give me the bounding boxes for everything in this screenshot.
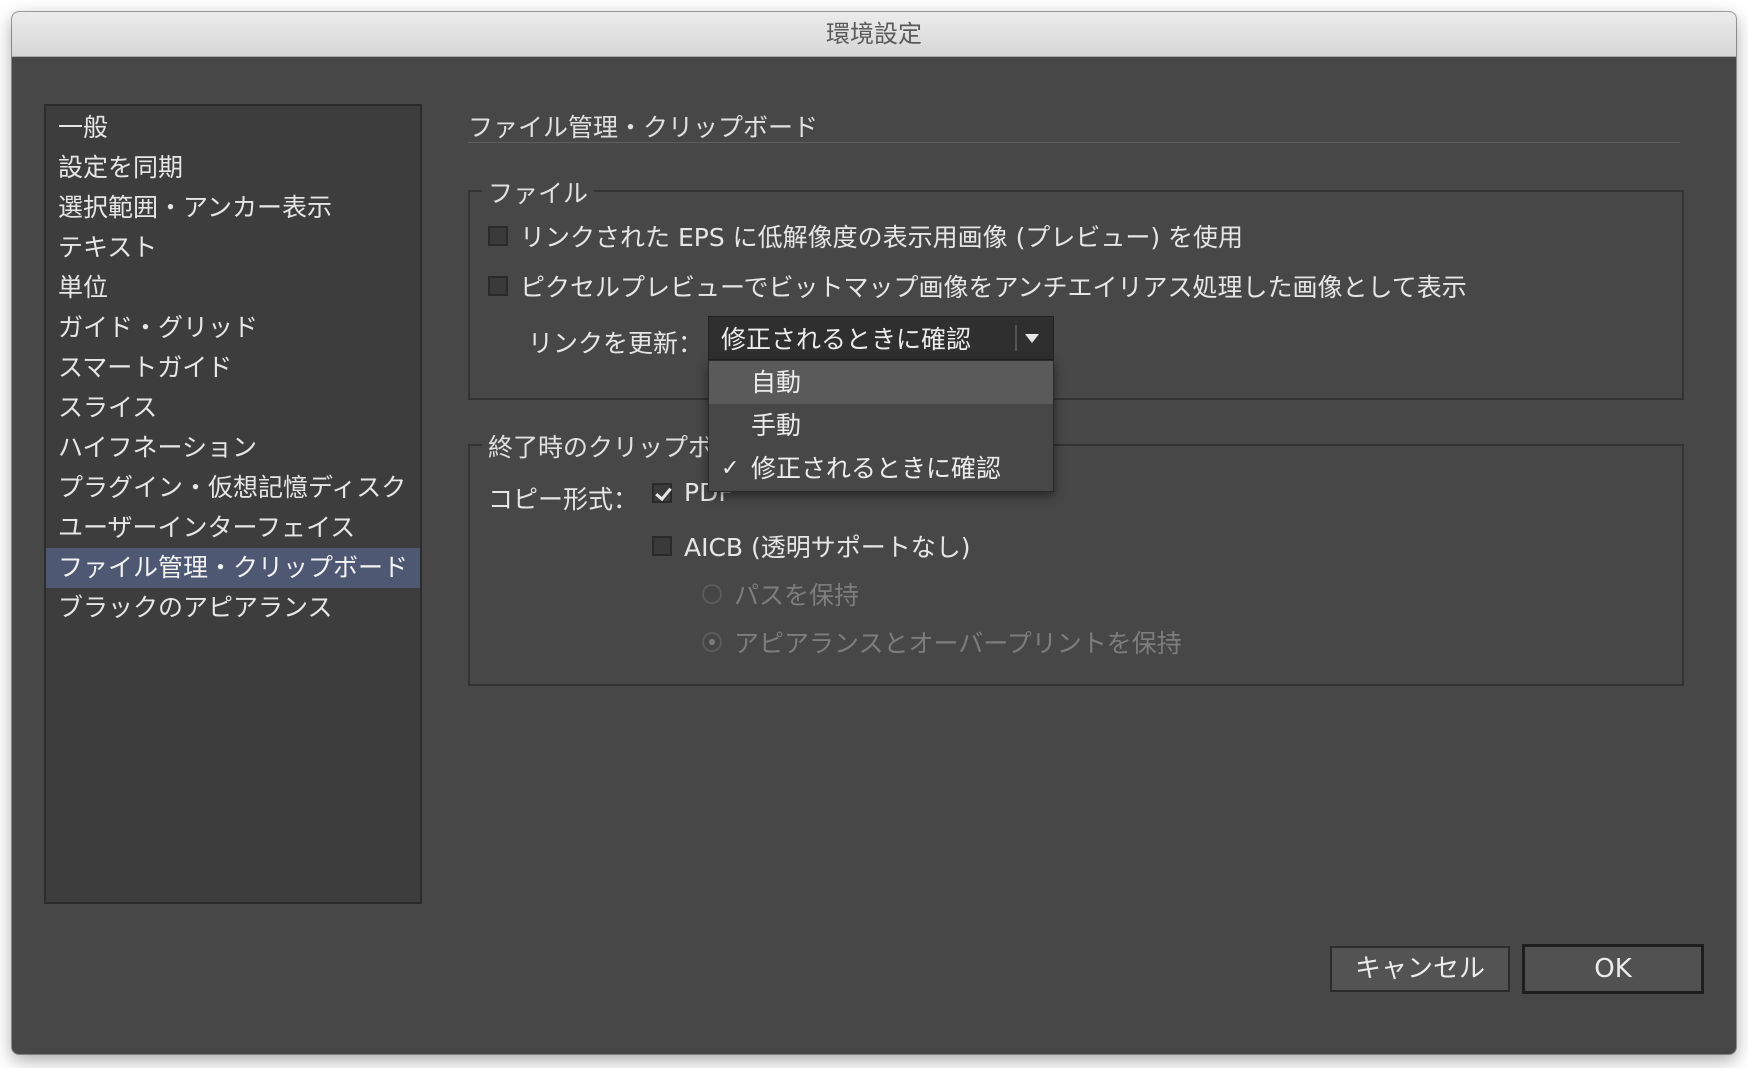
sidebar-item-file-handling-clipboard[interactable]: ファイル管理・クリップボード	[46, 548, 420, 588]
checkmark-icon: ✓	[721, 456, 740, 481]
menu-item-manual[interactable]: 手動	[709, 404, 1053, 447]
copy-format-label-row: コピー形式：	[488, 480, 638, 516]
window-title: 環境設定	[12, 12, 1736, 57]
menu-item-ask-when-modified[interactable]: ✓ 修正されるときに確認	[709, 447, 1053, 490]
copy-format-label: コピー形式：	[488, 485, 639, 514]
menu-item-ask-when-modified-label: 修正されるときに確認	[751, 454, 1002, 483]
chevron-down-icon	[1025, 333, 1039, 343]
sidebar-item-general[interactable]: 一般	[46, 108, 420, 148]
sidebar-item-plugins-scratch-disks[interactable]: プラグイン・仮想記憶ディスク	[46, 468, 420, 508]
sidebar-item-guides-grid[interactable]: ガイド・グリッド	[46, 308, 420, 348]
aicb-option-row[interactable]: AICB (透明サポートなし)	[652, 528, 971, 564]
cancel-button[interactable]: キャンセル	[1330, 946, 1510, 992]
update-links-dropdown[interactable]: 修正されるときに確認	[708, 316, 1054, 360]
title-divider	[468, 142, 1680, 143]
preserve-appearance-radio	[702, 632, 722, 652]
preferences-window: 環境設定 一般 設定を同期 選択範囲・アンカー表示 テキスト 単位 ガイド・グリ…	[12, 12, 1736, 1054]
aicb-checkbox[interactable]	[652, 536, 672, 556]
antialias-pixel-preview-label: ピクセルプレビューでビットマップ画像をアンチエイリアス処理した画像として表示	[520, 273, 1467, 302]
pdf-checkbox[interactable]	[652, 482, 672, 503]
low-res-eps-preview-label: リンクされた EPS に低解像度の表示用画像 (プレビュー) を使用	[520, 223, 1244, 252]
antialias-pixel-preview-checkbox[interactable]	[488, 276, 508, 296]
menu-item-automatic[interactable]: 自動	[709, 361, 1053, 404]
preserve-appearance-row: アピアランスとオーバープリントを保持	[702, 624, 1182, 660]
sidebar-item-slices[interactable]: スライス	[46, 388, 420, 428]
file-group-label: ファイル	[482, 174, 595, 210]
sidebar-item-hyphenation[interactable]: ハイフネーション	[46, 428, 420, 468]
preserve-paths-label: パスを保持	[734, 581, 860, 610]
sidebar-item-user-interface[interactable]: ユーザーインターフェイス	[46, 508, 420, 548]
update-links-menu: 自動 手動 ✓ 修正されるときに確認	[708, 360, 1054, 492]
update-links-label: リンクを更新：	[528, 329, 704, 358]
sidebar-item-sync-settings[interactable]: 設定を同期	[46, 148, 420, 188]
page-title: ファイル管理・クリップボード	[468, 113, 819, 142]
preserve-paths-radio	[702, 584, 722, 604]
sidebar-item-appearance-of-black[interactable]: ブラックのアピアランス	[46, 588, 420, 628]
update-links-value: 修正されるときに確認	[721, 325, 972, 354]
ok-button[interactable]: OK	[1522, 944, 1704, 994]
preserve-appearance-label: アピアランスとオーバープリントを保持	[734, 629, 1182, 658]
low-res-eps-preview-checkbox[interactable]	[488, 226, 508, 246]
low-res-eps-preview-row[interactable]: リンクされた EPS に低解像度の表示用画像 (プレビュー) を使用	[488, 218, 1243, 254]
antialias-pixel-preview-row[interactable]: ピクセルプレビューでビットマップ画像をアンチエイリアス処理した画像として表示	[488, 268, 1467, 304]
sidebar-item-selection-anchor[interactable]: 選択範囲・アンカー表示	[46, 188, 420, 228]
sidebar-item-type[interactable]: テキスト	[46, 228, 420, 268]
dropdown-separator	[1015, 325, 1017, 351]
sidebar-item-units[interactable]: 単位	[46, 268, 420, 308]
aicb-label: AICB (透明サポートなし)	[684, 533, 971, 562]
preserve-paths-row: パスを保持	[702, 576, 859, 612]
preferences-sidebar: 一般 設定を同期 選択範囲・アンカー表示 テキスト 単位 ガイド・グリッド スマ…	[44, 104, 422, 904]
update-links-label-row: リンクを更新：	[528, 324, 703, 360]
sidebar-item-smart-guides[interactable]: スマートガイド	[46, 348, 420, 388]
